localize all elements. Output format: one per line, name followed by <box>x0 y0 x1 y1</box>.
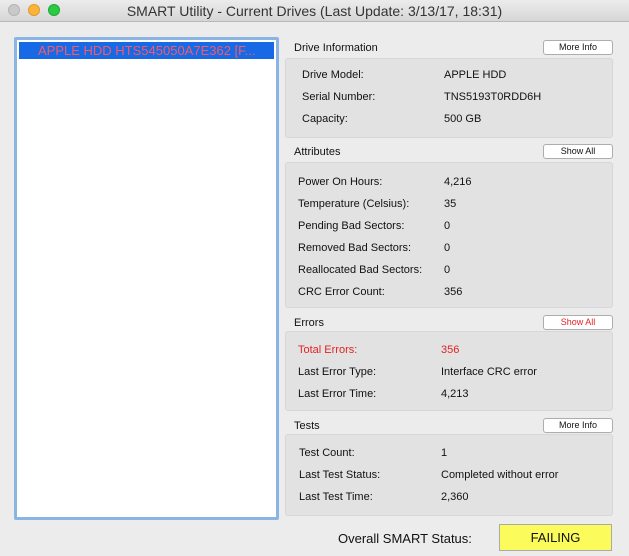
total-errors-value: 356 <box>441 344 460 356</box>
errors-panel: Total Errors: 356 Last Error Type: Inter… <box>285 331 613 411</box>
drive-info-more-info-button[interactable]: More Info <box>543 40 613 55</box>
removed-bad-sectors-value: 0 <box>444 242 451 254</box>
total-errors-label: Total Errors: <box>298 344 358 356</box>
tests-panel: Test Count: 1 Last Test Status: Complete… <box>285 434 613 516</box>
drive-model-label: Drive Model: <box>302 69 364 81</box>
last-error-type-value: Interface CRC error <box>441 366 537 378</box>
last-test-time-label: Last Test Time: <box>299 491 373 503</box>
attributes-heading: Attributes <box>294 146 341 158</box>
last-test-status-label: Last Test Status: <box>299 469 381 481</box>
temperature-label: Temperature (Celsius): <box>298 198 410 210</box>
overall-smart-status-badge: FAILING <box>499 524 612 551</box>
crc-error-count-value: 356 <box>444 286 463 298</box>
drive-model-value: APPLE HDD <box>444 69 507 81</box>
window-title: SMART Utility - Current Drives (Last Upd… <box>126 3 503 19</box>
overall-smart-status-label: Overall SMART Status: <box>338 531 472 546</box>
drive-information-panel: Drive Model: APPLE HDD Serial Number: TN… <box>285 58 613 138</box>
power-on-hours-label: Power On Hours: <box>298 176 383 188</box>
crc-error-count-label: CRC Error Count: <box>298 286 385 298</box>
pending-bad-sectors-value: 0 <box>444 220 451 232</box>
serial-number-value: TNS5193T0RDD6H <box>444 91 542 103</box>
last-test-status-value: Completed without error <box>441 469 559 481</box>
last-error-type-label: Last Error Type: <box>298 366 377 378</box>
last-error-time-label: Last Error Time: <box>298 388 377 400</box>
errors-show-all-button[interactable]: Show All <box>543 315 613 330</box>
tests-more-info-button[interactable]: More Info <box>543 418 613 433</box>
temperature-value: 35 <box>444 198 457 210</box>
last-error-time-value: 4,213 <box>441 388 469 400</box>
test-count-label: Test Count: <box>299 447 355 459</box>
removed-bad-sectors-label: Removed Bad Sectors: <box>298 242 412 254</box>
pending-bad-sectors-label: Pending Bad Sectors: <box>298 220 405 232</box>
errors-heading: Errors <box>294 317 324 329</box>
attributes-show-all-button[interactable]: Show All <box>543 144 613 159</box>
capacity-value: 500 GB <box>444 113 482 125</box>
tests-heading: Tests <box>294 420 320 432</box>
drive-information-heading: Drive Information <box>294 42 378 54</box>
capacity-label: Capacity: <box>302 113 348 125</box>
reallocated-bad-sectors-value: 0 <box>444 264 451 276</box>
title-bar: SMART Utility - Current Drives (Last Upd… <box>0 0 629 22</box>
attributes-panel: Power On Hours: 4,216 Temperature (Celsi… <box>285 162 613 308</box>
last-test-time-value: 2,360 <box>441 491 469 503</box>
power-on-hours-value: 4,216 <box>444 176 472 188</box>
reallocated-bad-sectors-label: Reallocated Bad Sectors: <box>298 264 423 276</box>
drive-list[interactable]: APPLE HDD HTS545050A7E362 [F... <box>14 37 279 520</box>
serial-number-label: Serial Number: <box>302 91 376 103</box>
drive-list-item-selected[interactable]: APPLE HDD HTS545050A7E362 [F... <box>19 42 274 59</box>
test-count-value: 1 <box>441 447 448 459</box>
